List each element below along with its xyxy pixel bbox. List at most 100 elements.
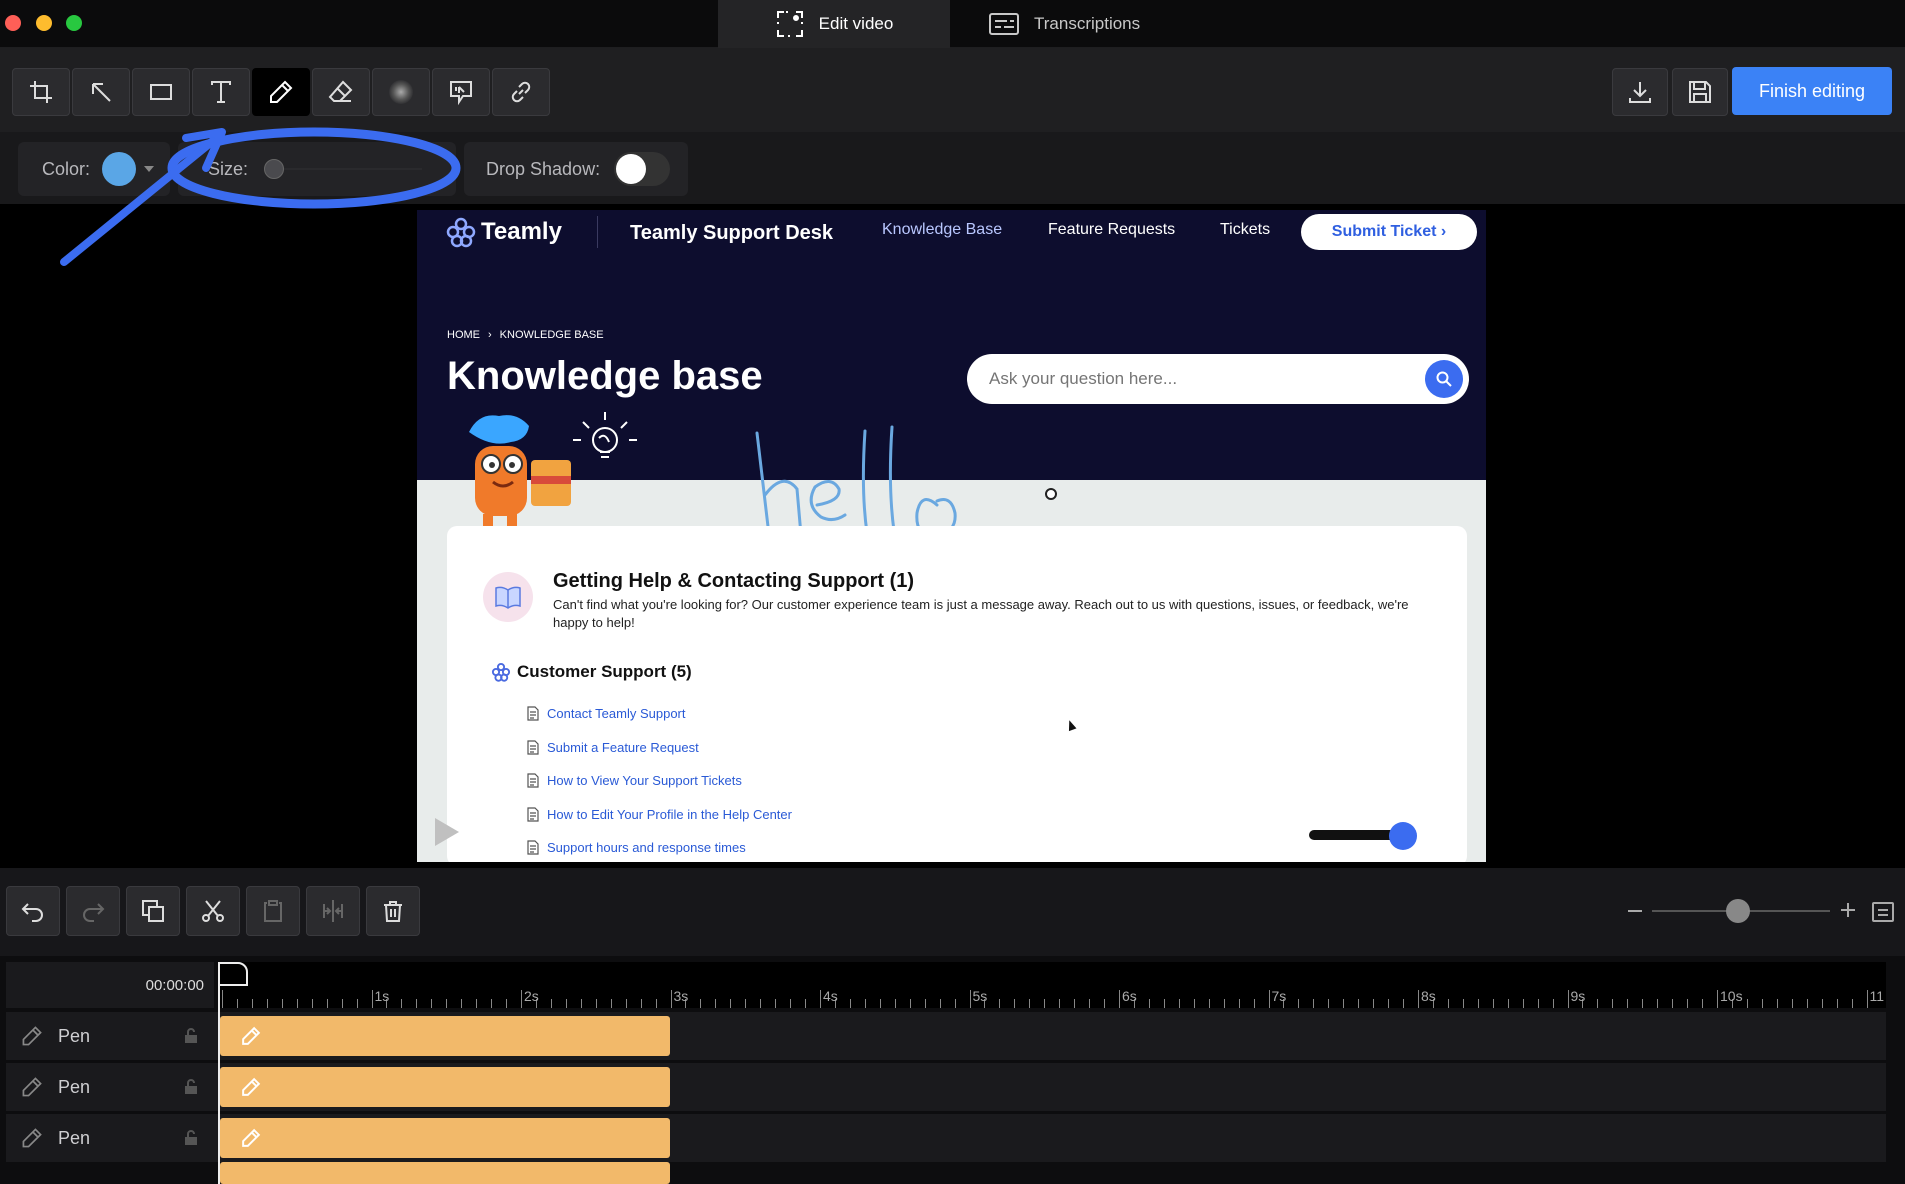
arrow-tool-button[interactable] <box>72 68 130 116</box>
lock-icon[interactable] <box>184 1130 198 1146</box>
split-button[interactable] <box>306 886 360 936</box>
video-progress-thumb[interactable] <box>1389 822 1417 850</box>
pen-icon <box>22 1128 42 1148</box>
cut-button[interactable] <box>186 886 240 936</box>
nav-tickets[interactable]: Tickets <box>1220 221 1270 239</box>
section-title[interactable]: Getting Help & Contacting Support (1) <box>553 570 914 593</box>
blur-tool-button[interactable] <box>372 68 430 116</box>
timeline[interactable]: 00:00:00 1s 2s 3s 4s 5s 6s 7s 8s 9s 10s 11 Pen Pen P… <box>0 956 1905 1184</box>
timeline-track[interactable]: Pen <box>6 1012 1886 1060</box>
zoom-slider[interactable] <box>1652 899 1830 923</box>
trash-icon <box>384 901 402 922</box>
text-tool-button[interactable] <box>192 68 250 116</box>
lock-icon[interactable] <box>184 1079 198 1095</box>
kb-search-box[interactable] <box>967 354 1469 404</box>
link-tool-button[interactable] <box>492 68 550 116</box>
select-frame-icon <box>776 11 803 37</box>
tab-edit-video[interactable]: Edit video <box>718 0 950 48</box>
ruler-tick <box>894 999 896 1008</box>
download-button[interactable] <box>1612 68 1668 116</box>
ruler-tick <box>1806 999 1808 1008</box>
close-window-button[interactable] <box>5 15 21 31</box>
category-title: Customer Support (5) <box>517 662 692 681</box>
zoom-slider-thumb[interactable] <box>1726 899 1750 923</box>
ruler-tick <box>1358 999 1360 1008</box>
rectangle-tool-button[interactable] <box>132 68 190 116</box>
eraser-icon <box>328 80 353 102</box>
paste-button[interactable] <box>246 886 300 936</box>
pen-clip[interactable] <box>220 1016 670 1056</box>
article-link[interactable]: How to View Your Support Tickets <box>527 773 742 788</box>
pen-tool-button[interactable] <box>252 68 310 116</box>
ruler-tick <box>1492 999 1494 1008</box>
mouse-cursor-icon <box>1065 718 1077 732</box>
video-progress-slider[interactable] <box>1309 822 1417 850</box>
ruler-tick <box>550 999 552 1008</box>
kb-section-card: Getting Help & Contacting Support (1) Ca… <box>435 526 1467 862</box>
kb-search-button[interactable] <box>1425 360 1463 398</box>
preview-canvas[interactable]: Teamly Teamly Support Desk Knowledge Bas… <box>0 127 1905 868</box>
submit-ticket-button[interactable]: Submit Ticket › <box>1301 214 1477 250</box>
zoom-in-icon[interactable] <box>1838 900 1858 920</box>
ruler-tick <box>1597 999 1599 1008</box>
ruler-tick <box>1328 999 1330 1008</box>
article-link[interactable]: Contact Teamly Support <box>527 706 686 721</box>
nav-knowledge-base[interactable]: Knowledge Base <box>882 221 1002 239</box>
pen-clip[interactable] <box>220 1118 670 1158</box>
ruler-tick <box>371 990 373 1008</box>
article-title: How to Edit Your Profile in the Help Cen… <box>547 806 792 822</box>
save-button[interactable] <box>1672 68 1728 116</box>
callout-tool-button[interactable] <box>432 68 490 116</box>
ruler-tick <box>999 999 1001 1008</box>
site-title: Teamly Support Desk <box>630 222 834 244</box>
tool-bar: Finish editing <box>0 48 1905 132</box>
article-link[interactable]: Submit a Feature Request <box>527 740 699 755</box>
time-ruler[interactable]: 1s 2s 3s 4s 5s 6s 7s 8s 9s 10s 11 <box>218 962 1886 1008</box>
drop-shadow-toggle[interactable] <box>614 152 671 186</box>
eraser-tool-button[interactable] <box>312 68 370 116</box>
tab-transcriptions[interactable]: Transcriptions <box>988 0 1140 48</box>
ruler-tick <box>1642 999 1644 1008</box>
article-link[interactable]: How to Edit Your Profile in the Help Cen… <box>527 807 792 822</box>
ruler-tick <box>1403 999 1405 1008</box>
ruler-tick <box>521 990 522 1008</box>
ruler-tick <box>1866 990 1868 1008</box>
ruler-tick-label: 6s <box>1122 988 1137 1004</box>
pen-icon <box>22 1026 42 1046</box>
ruler-tick <box>1717 990 1718 1008</box>
ruler-tick <box>820 990 821 1008</box>
redo-button[interactable] <box>66 886 120 936</box>
crop-tool-button[interactable] <box>12 68 70 116</box>
category-header[interactable]: Customer Support (5) <box>491 662 692 682</box>
minimize-window-button[interactable] <box>36 15 52 31</box>
playhead[interactable] <box>218 962 248 986</box>
breadcrumb-separator: › <box>488 329 492 341</box>
lock-icon[interactable] <box>184 1028 198 1044</box>
ruler-tick <box>625 999 627 1008</box>
ruler-tick <box>1776 999 1778 1008</box>
undo-button[interactable] <box>6 886 60 936</box>
timeline-track[interactable]: Pen <box>6 1063 1886 1111</box>
ruler-tick <box>849 999 851 1008</box>
toggle-knob <box>616 154 647 184</box>
article-title: Contact Teamly Support <box>547 706 686 721</box>
zoom-out-icon[interactable] <box>1628 910 1642 912</box>
duplicate-button[interactable] <box>126 886 180 936</box>
ruler-tick <box>1522 999 1524 1008</box>
finish-editing-button[interactable]: Finish editing <box>1732 67 1892 115</box>
delete-button[interactable] <box>366 886 420 936</box>
video-play-button[interactable] <box>435 818 459 846</box>
ruler-tick <box>700 999 702 1008</box>
article-link[interactable]: Support hours and response times <box>527 840 746 855</box>
tab-label: Edit video <box>818 14 894 33</box>
pen-clip[interactable] <box>220 1067 670 1107</box>
blur-icon <box>389 80 413 104</box>
nav-feature-requests[interactable]: Feature Requests <box>1048 221 1175 239</box>
fit-timeline-button[interactable] <box>1872 902 1894 922</box>
zoom-window-button[interactable] <box>66 15 82 31</box>
ruler-tick <box>1044 999 1046 1008</box>
timeline-track[interactable]: Pen <box>6 1114 1886 1162</box>
ruler-tick <box>790 999 792 1008</box>
kb-search-input[interactable] <box>989 366 1389 392</box>
ruler-tick <box>476 999 478 1008</box>
